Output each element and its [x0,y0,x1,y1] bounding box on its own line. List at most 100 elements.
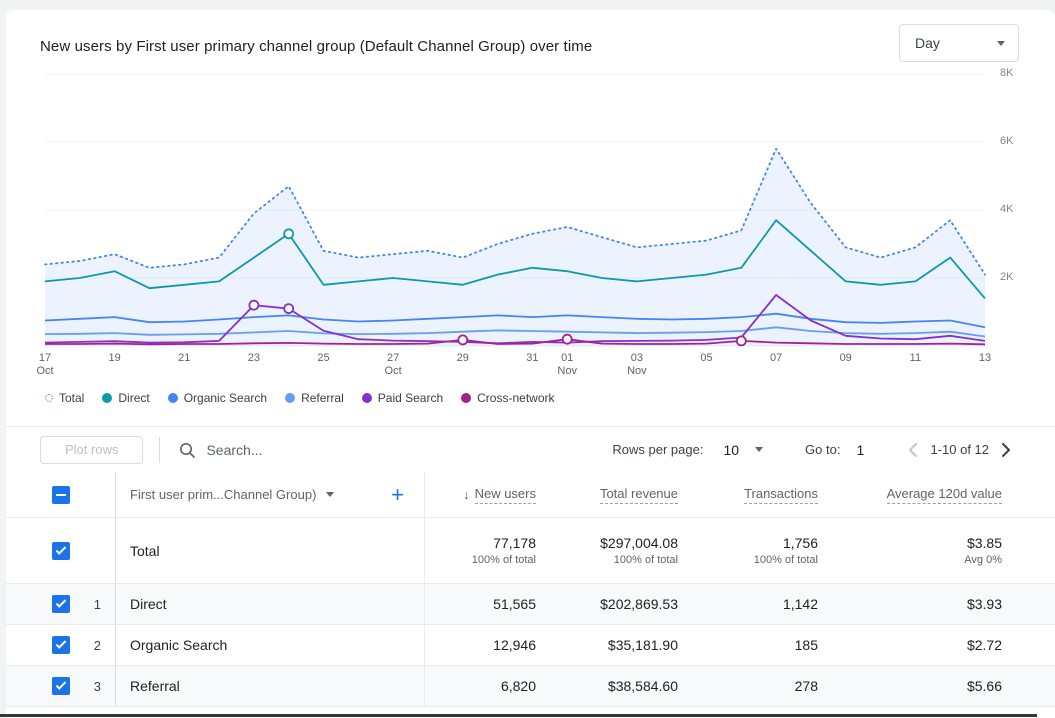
row-checkbox[interactable] [52,677,70,695]
column-header-new-users-cell: ↓ New users [425,472,546,517]
total-avg-value-sub: Avg 0% [964,554,1002,566]
y-axis: 8K6K4K2K [1000,74,1040,346]
new-users-value: 51,565 [425,584,546,624]
x-axis-label: 07 [770,352,782,365]
dimension-header[interactable]: First user prim...Channel Group) [130,487,316,502]
x-axis-label: 17Oct [36,352,53,378]
total-new-users-value: 77,178 [493,535,536,551]
indeterminate-mark-icon [56,494,66,496]
rows-per-page-dropdown[interactable]: 10 [723,442,763,458]
total-revenue-value: $297,004.08 [600,535,678,551]
x-axis-label: 25 [317,352,329,365]
transactions-value: 1,142 [688,584,828,624]
total-checkbox-cell [40,518,116,583]
x-axis-label: 23 [248,352,260,365]
check-icon [56,638,67,649]
legend-item-total: Total [45,391,84,405]
channel-name: Referral [116,666,425,706]
column-header-new-users[interactable]: New users [475,486,536,504]
check-icon [56,679,67,690]
row-checkbox-cell: 1 [40,584,116,624]
sort-desc-icon: ↓ [463,487,470,502]
add-dimension-button[interactable]: + [391,484,424,506]
row-checkbox-cell: 3 [40,666,116,706]
x-axis: 17Oct1921232527Oct293101Nov03Nov05070911… [45,352,985,382]
column-header-total-revenue[interactable]: Total revenue [600,486,678,504]
pagination-controls: Rows per page: 10 Go to: 1-10 of 12 [612,439,1017,461]
legend-item-cross-network: Cross-network [461,391,554,405]
toolbar-divider [159,437,160,463]
channel-name: Organic Search [116,625,425,665]
search-icon [178,441,196,459]
total-transactions-value: 1,756 [783,535,818,551]
chevron-down-icon [755,447,763,452]
total-revenue-sub: 100% of total [614,554,678,566]
legend-label: Cross-network [477,391,554,405]
granularity-dropdown[interactable]: Day [899,24,1019,62]
row-number: 1 [94,597,115,612]
total-label: Total [116,518,425,583]
search-input[interactable] [206,442,446,458]
total-row-checkbox[interactable] [52,542,70,560]
x-axis-label: 13 [979,352,991,365]
x-axis-label: 19 [108,352,120,365]
check-icon [56,544,67,555]
x-axis-label: 29 [457,352,469,365]
next-page-icon[interactable] [995,439,1017,461]
y-axis-label: 2K [1000,271,1013,283]
new-users-value: 6,820 [425,666,546,706]
select-all-checkbox[interactable] [52,486,70,504]
total-revenue-value: $35,181.90 [546,625,688,665]
x-axis-label: 09 [840,352,852,365]
table-search[interactable] [178,441,446,459]
chart-area: 8K6K4K2K 17Oct1921232527Oct293101Nov03No… [6,62,1055,384]
transactions-value: 278 [688,666,828,706]
total-revenue: $297,004.08 100% of total [546,518,688,583]
chart-title: New users by First user primary channel … [40,38,592,55]
x-axis-label: 27Oct [385,352,402,378]
dimension-header-cell: First user prim...Channel Group) + [116,472,425,517]
table-total-row: Total 77,178 100% of total $297,004.08 1… [6,518,1055,584]
x-axis-label: 31 [526,352,538,365]
prev-page-icon[interactable] [902,439,924,461]
column-header-avg-value[interactable]: Average 120d value [887,486,1002,504]
legend-label: Total [59,391,84,405]
table-row[interactable]: 1 Direct 51,565 $202,869.53 1,142 $3.93 [6,584,1055,625]
row-checkbox-cell: 2 [40,625,116,665]
legend-swatch-icon [285,393,295,403]
total-new-users-sub: 100% of total [472,554,536,566]
plot-rows-button[interactable]: Plot rows [40,436,143,464]
bottom-edge-bar [0,714,1037,717]
header-checkbox-cell [40,472,116,517]
legend-swatch-icon [461,393,471,403]
column-header-transactions-cell: Transactions [688,472,828,517]
row-checkbox[interactable] [52,595,70,613]
total-transactions-sub: 100% of total [754,554,818,566]
column-header-transactions[interactable]: Transactions [744,486,818,504]
total-revenue-value: $38,584.60 [546,666,688,706]
report-header: New users by First user primary channel … [6,10,1055,62]
column-header-avg-value-cell: Average 120d value [828,472,1012,517]
y-axis-label: 4K [1000,203,1013,215]
legend-item-referral: Referral [285,391,344,405]
transactions-value: 185 [688,625,828,665]
timeseries-chart-holder [45,74,985,346]
chevron-down-icon[interactable] [326,492,334,497]
column-header-total-revenue-cell: Total revenue [546,472,688,517]
chart-legend: TotalDirectOrganic SearchReferralPaid Se… [6,388,1055,408]
table-row[interactable]: 3 Referral 6,820 $38,584.60 278 $5.66 [6,666,1055,707]
channel-name: Direct [116,584,425,624]
legend-item-paid-search: Paid Search [362,391,443,405]
goto-page-input[interactable] [856,442,882,458]
legend-label: Paid Search [378,391,443,405]
avg-value-value: $5.66 [828,666,1012,706]
total-transactions: 1,756 100% of total [688,518,828,583]
new-users-value: 12,946 [425,625,546,665]
rows-per-page-value: 10 [723,442,739,458]
avg-value-value: $3.93 [828,584,1012,624]
goto-label: Go to: [805,442,840,457]
legend-swatch-icon [168,393,178,403]
table-row[interactable]: 2 Organic Search 12,946 $35,181.90 185 $… [6,625,1055,666]
legend-label: Direct [118,391,149,405]
row-checkbox[interactable] [52,636,70,654]
